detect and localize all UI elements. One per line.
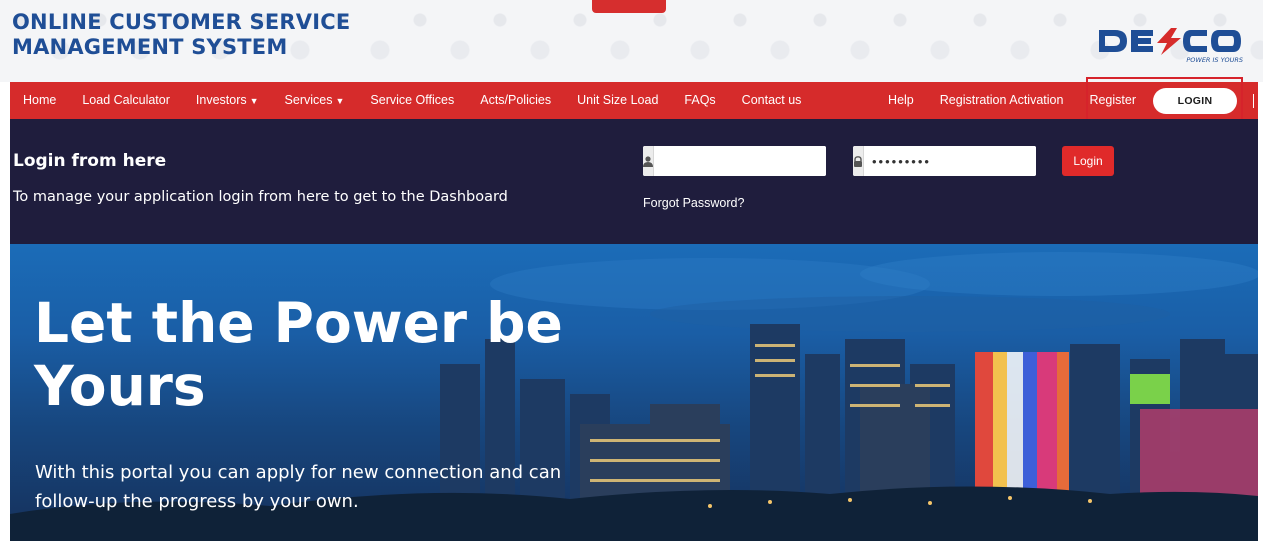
hero-banner: Let the Power be Yours With this portal … <box>10 244 1258 541</box>
main-navbar: Home Load Calculator Investors ▼ Services… <box>10 82 1258 119</box>
login-subtext: To manage your application login from he… <box>13 189 508 205</box>
password-field-group <box>853 146 1036 176</box>
nav-acts-policies[interactable]: Acts/Policies <box>467 82 564 119</box>
nav-investors[interactable]: Investors ▼ <box>183 82 272 120</box>
nav-divider <box>1253 93 1254 108</box>
caret-down-icon: ▼ <box>335 95 345 106</box>
login-section: Login from here To manage your applicati… <box>10 119 1258 244</box>
password-input[interactable] <box>864 146 1036 176</box>
user-icon <box>643 146 654 176</box>
logo-tagline: POWER IS YOURS <box>1186 56 1243 64</box>
nav-investors-label: Investors <box>195 92 247 107</box>
caret-down-icon: ▼ <box>249 95 259 106</box>
login-submit-button[interactable]: Login <box>1062 146 1114 176</box>
nav-service-offices[interactable]: Service Offices <box>357 82 467 119</box>
nav-registration-activation[interactable]: Registration Activation <box>927 82 1077 119</box>
lock-icon <box>853 146 864 176</box>
nav-faqs[interactable]: FAQs <box>671 82 728 119</box>
forgot-password-link[interactable]: Forgot Password? <box>643 196 744 210</box>
username-input[interactable] <box>654 146 826 176</box>
nav-unit-size-load[interactable]: Unit Size Load <box>564 82 671 119</box>
site-title: ONLINE CUSTOMER SERVICE MANAGEMENT SYSTE… <box>12 10 351 59</box>
nav-help[interactable]: Help <box>875 82 927 119</box>
site-header: ONLINE CUSTOMER SERVICE MANAGEMENT SYSTE… <box>0 0 1263 82</box>
lightning-bolt-icon <box>1157 28 1181 55</box>
nav-services[interactable]: Services ▼ <box>272 82 358 120</box>
hero-description: With this portal you can apply for new c… <box>35 462 562 512</box>
nav-contact-us[interactable]: Contact us <box>729 82 815 119</box>
login-heading: Login from here <box>13 151 167 171</box>
hero-title: Let the Power be Yours <box>34 291 563 418</box>
nav-home[interactable]: Home <box>10 82 69 119</box>
desco-logo[interactable]: POWER IS YOURS <box>1095 24 1245 64</box>
nav-load-calculator[interactable]: Load Calculator <box>69 82 183 119</box>
nav-services-label: Services <box>284 92 333 107</box>
top-tab[interactable] <box>592 0 666 13</box>
username-field-group <box>643 146 826 176</box>
